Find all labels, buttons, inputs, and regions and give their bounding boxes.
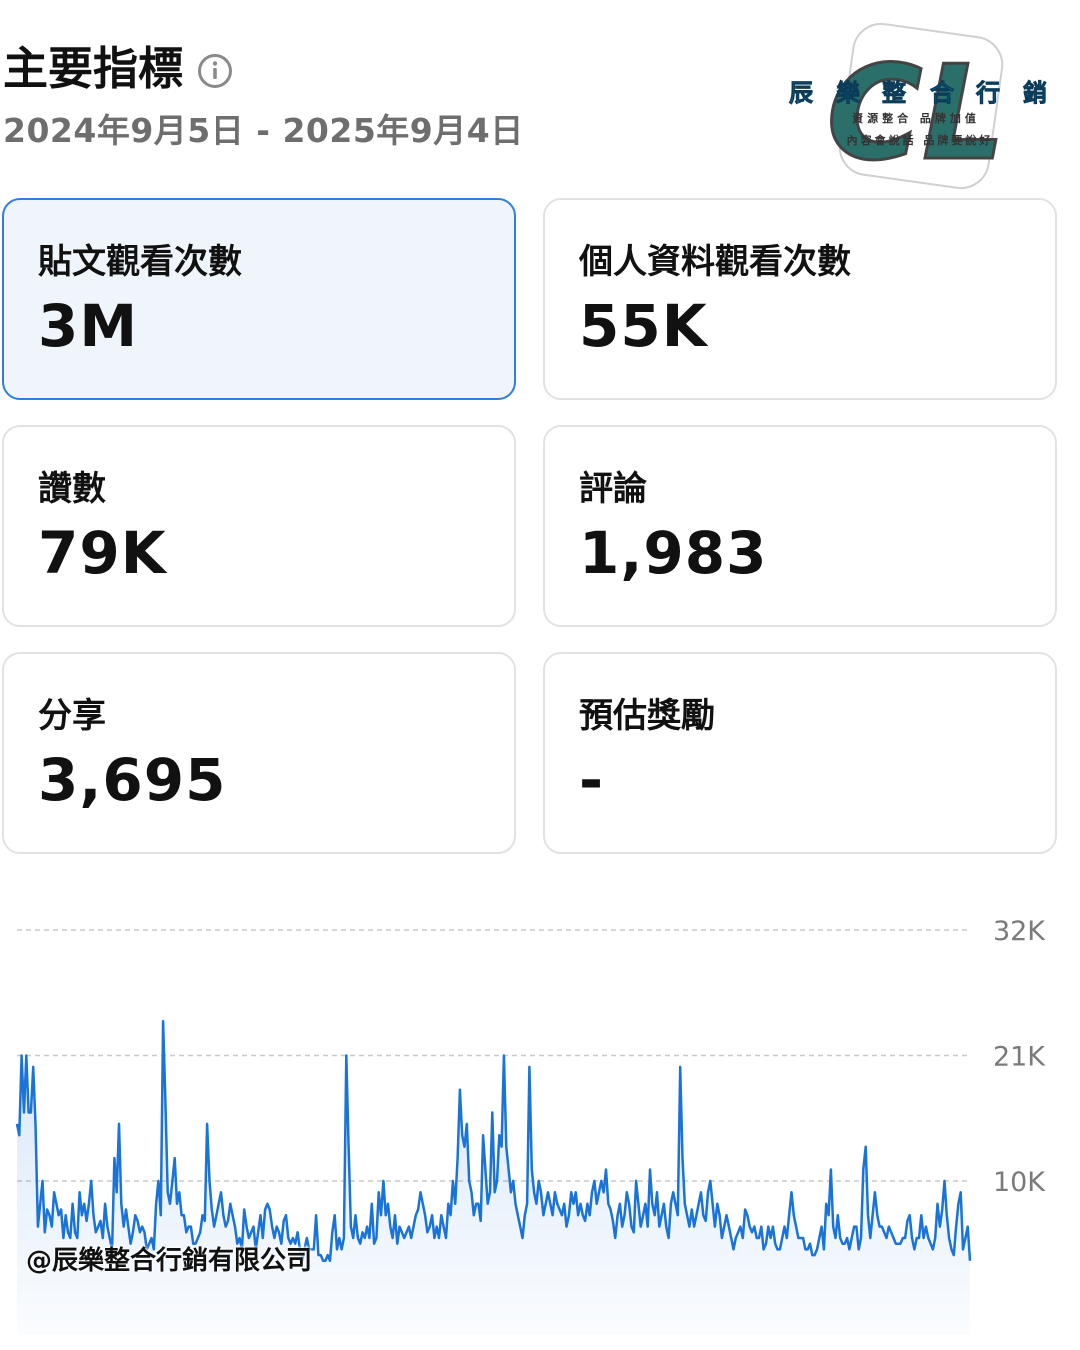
metric-label: 貼文觀看次數 xyxy=(38,242,242,282)
metric-card-shares[interactable]: 分享 3,695 xyxy=(2,652,516,854)
metric-value: 79K xyxy=(38,519,167,587)
y-tick-label: 32K xyxy=(993,916,1046,947)
info-icon[interactable] xyxy=(197,53,233,89)
watermark: @辰樂整合行銷有限公司 xyxy=(26,1246,313,1276)
brand-logo: CL 辰 樂 整 合 行 銷 資源整合 品牌加值 內容會說話 品牌要說好 xyxy=(789,22,1047,190)
metric-card-estimated-rewards[interactable]: 預估獎勵 - xyxy=(543,652,1057,854)
views-line-chart: 32K 21K 10K xyxy=(15,916,1046,1335)
metric-label: 個人資料觀看次數 xyxy=(579,242,851,282)
metric-card-profile-views[interactable]: 個人資料觀看次數 55K xyxy=(543,198,1057,400)
logo-brand-char: 樂 xyxy=(836,79,861,107)
y-tick-label: 21K xyxy=(993,1041,1046,1072)
metric-label: 讚數 xyxy=(38,469,106,509)
metric-label: 評論 xyxy=(579,469,647,509)
metric-value: 3M xyxy=(38,292,139,360)
y-tick-label: 10K xyxy=(993,1167,1046,1198)
header: 主要指標 2024年9月5日 - 2025年9月4日 xyxy=(3,42,524,152)
metric-label: 分享 xyxy=(38,696,106,736)
logo-brand-char: 整 xyxy=(882,79,906,107)
metric-label: 預估獎勵 xyxy=(579,696,715,736)
logo-brand-char: 辰 xyxy=(789,79,813,107)
logo-line1: 資源整合 品牌加值 xyxy=(852,111,980,125)
metric-card-post-views[interactable]: 貼文觀看次數 3M xyxy=(2,198,516,400)
logo-line2: 內容會說話 品牌要說好 xyxy=(847,133,994,147)
metric-card-comments[interactable]: 評論 1,983 xyxy=(543,425,1057,627)
date-range: 2024年9月5日 - 2025年9月4日 xyxy=(3,111,524,150)
logo-brand-char: 銷 xyxy=(1023,79,1047,107)
logo-brand-char: 合 xyxy=(930,79,955,107)
metric-value: 3,695 xyxy=(38,746,227,814)
metric-value: 55K xyxy=(579,292,708,360)
metric-value: - xyxy=(579,746,605,814)
page-title: 主要指標 xyxy=(3,42,184,95)
metric-value: 1,983 xyxy=(579,519,768,587)
metric-card-likes[interactable]: 讚數 79K xyxy=(2,425,516,627)
logo-brand-char: 行 xyxy=(975,79,1000,107)
